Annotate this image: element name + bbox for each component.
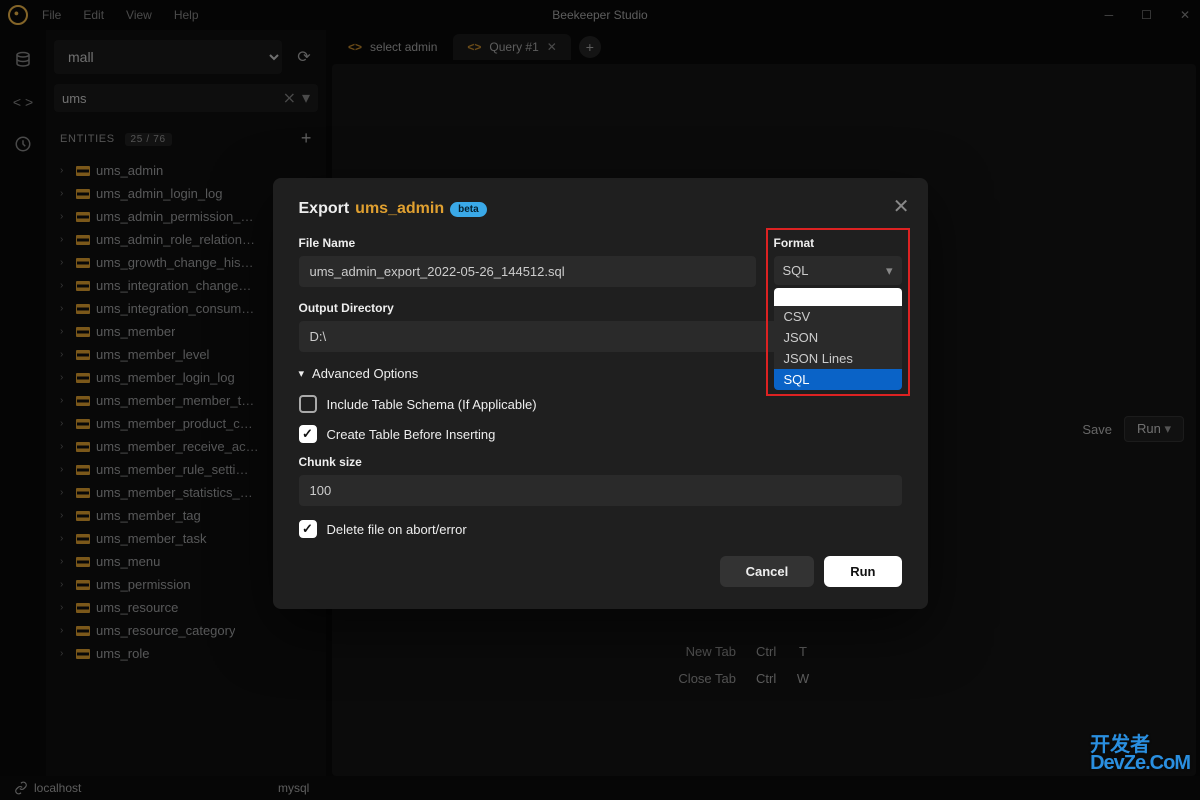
export-modal: ✕ Export ums_admin beta File Name Format… <box>273 178 928 609</box>
create-table-label: Create Table Before Inserting <box>327 427 496 442</box>
format-select[interactable]: SQL▾ <box>774 256 902 285</box>
delete-on-abort-checkbox[interactable]: ✓ <box>299 520 317 538</box>
run-export-button[interactable]: Run <box>824 556 901 587</box>
format-option-sql[interactable]: SQL <box>774 369 902 390</box>
cancel-button[interactable]: Cancel <box>720 556 815 587</box>
chevron-down-icon: ▾ <box>299 367 305 380</box>
include-schema-checkbox[interactable] <box>299 395 317 413</box>
file-name-input[interactable] <box>299 256 756 287</box>
chunk-size-input[interactable] <box>299 475 902 506</box>
format-dropdown: CSV JSON JSON Lines SQL <box>774 288 902 390</box>
format-option-csv[interactable]: CSV <box>774 306 902 327</box>
file-name-label: File Name <box>299 236 756 250</box>
modal-title: Export ums_admin beta <box>299 200 902 218</box>
format-option-json[interactable]: JSON <box>774 327 902 348</box>
format-option-blank[interactable] <box>774 288 902 306</box>
include-schema-label: Include Table Schema (If Applicable) <box>327 397 537 412</box>
chunk-size-label: Chunk size <box>299 455 902 469</box>
format-label: Format <box>774 236 902 250</box>
modal-backdrop: ✕ Export ums_admin beta File Name Format… <box>0 0 1200 800</box>
modal-close-icon[interactable]: ✕ <box>893 194 910 219</box>
delete-on-abort-label: Delete file on abort/error <box>327 522 467 537</box>
watermark: 开发者 DevZe.CoM <box>1090 736 1190 772</box>
format-option-jsonl[interactable]: JSON Lines <box>774 348 902 369</box>
create-table-checkbox[interactable]: ✓ <box>299 425 317 443</box>
